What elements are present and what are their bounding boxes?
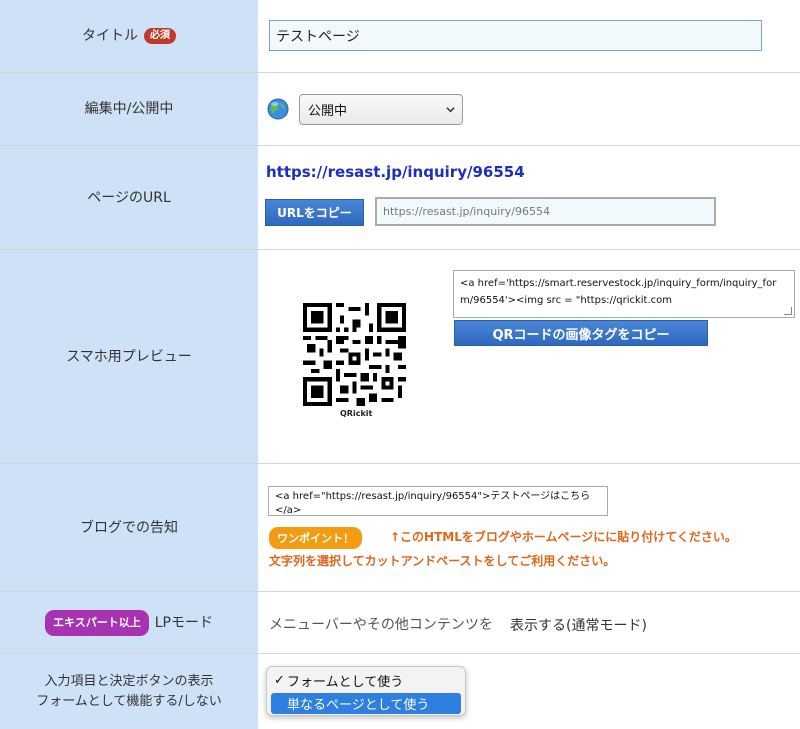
- qr-caption: QRickit: [340, 409, 373, 418]
- blog-row: ブログでの告知 <a href="https://resast.jp/inqui…: [0, 464, 800, 592]
- lp-value-cell: メニューバーやその他コンテンツを 表示する(通常モード): [258, 592, 800, 653]
- form-label-line-2: フォームとして機能する/しない: [36, 693, 222, 709]
- status-label-cell: 編集中/公開中: [0, 73, 258, 145]
- qr-image-tag-textarea[interactable]: <a href='https://smart.reservestock.jp/i…: [453, 270, 795, 318]
- form-label-cell: 入力項目と決定ボタンの表示 フォームとして機能する/しない: [0, 654, 258, 729]
- blog-value-cell: <a href="https://resast.jp/inquiry/96554…: [258, 464, 800, 591]
- status-selected-label: 公開中: [308, 104, 348, 119]
- title-row: タイトル 必須: [0, 0, 800, 73]
- lp-mode-value[interactable]: 表示する(通常モード): [510, 615, 647, 635]
- form-row: 入力項目と決定ボタンの表示 フォームとして機能する/しない ✓ フォームとして使…: [0, 654, 800, 729]
- lp-label-cell: エキスパート以上 LPモード: [0, 592, 258, 653]
- title-label: タイトル: [82, 28, 138, 44]
- blog-label-cell: ブログでの告知: [0, 464, 258, 591]
- option-label: 単なるページとして使う: [287, 698, 430, 713]
- expert-badge: エキスパート以上: [45, 609, 149, 636]
- status-label: 編集中/公開中: [84, 101, 174, 117]
- title-input[interactable]: [269, 20, 762, 51]
- status-row: 編集中/公開中 公開中: [0, 73, 800, 146]
- url-label-cell: ページのURL: [0, 146, 258, 249]
- url-value-cell: https://resast.jp/inquiry/96554 URLをコピー: [258, 146, 800, 249]
- form-mode-dropdown[interactable]: ✓ フォームとして使う 単なるページとして使う: [266, 666, 466, 716]
- globe-icon: [267, 98, 289, 120]
- required-badge: 必須: [144, 28, 176, 44]
- blog-label: ブログでの告知: [80, 519, 178, 536]
- lp-row: エキスパート以上 LPモード メニューバーやその他コンテンツを 表示する(通常モ…: [0, 592, 800, 654]
- copy-qr-tag-button[interactable]: QRコードの画像タグをコピー: [454, 320, 708, 346]
- url-label: ページのURL: [87, 189, 171, 206]
- preview-value-cell: QRickit <a href='https://smart.reservest…: [258, 250, 800, 463]
- title-label-cell: タイトル 必須: [0, 0, 258, 72]
- url-row: ページのURL https://resast.jp/inquiry/96554 …: [0, 146, 800, 250]
- chevron-down-icon: [446, 107, 455, 113]
- page-url-link[interactable]: https://resast.jp/inquiry/96554: [266, 163, 525, 181]
- lp-description: メニューバーやその他コンテンツを: [269, 617, 493, 633]
- url-input[interactable]: [375, 197, 716, 226]
- option-label: フォームとして使う: [287, 675, 404, 690]
- preview-label: スマホ用プレビュー: [66, 348, 192, 365]
- checkmark-icon: ✓: [274, 673, 285, 688]
- qr-code-image: [303, 303, 406, 406]
- one-point-badge: ワンポイント！: [269, 527, 362, 549]
- tip-line-1: ↑このHTMLをブログやホームページにに貼り付けてください。: [390, 530, 737, 544]
- resize-handle-icon[interactable]: [784, 307, 792, 315]
- form-value-cell: ✓ フォームとして使う 単なるページとして使う: [258, 654, 800, 729]
- blog-html-textarea[interactable]: <a href="https://resast.jp/inquiry/96554…: [268, 486, 608, 516]
- dropdown-option-form[interactable]: ✓ フォームとして使う: [271, 670, 461, 691]
- status-select[interactable]: 公開中: [299, 94, 463, 125]
- lp-label: LPモード: [154, 614, 213, 631]
- preview-row: スマホ用プレビュー QRickit <a href='https://smart…: [0, 250, 800, 464]
- dropdown-option-page[interactable]: 単なるページとして使う: [271, 693, 461, 714]
- preview-label-cell: スマホ用プレビュー: [0, 250, 258, 463]
- status-value-cell: 公開中: [258, 73, 800, 145]
- copy-url-button[interactable]: URLをコピー: [265, 199, 364, 226]
- tip-line-2: 文字列を選択してカットアンドペーストをしてご利用ください。: [269, 554, 616, 568]
- title-value-cell: [258, 0, 800, 72]
- form-label-line-1: 入力項目と決定ボタンの表示: [44, 673, 214, 689]
